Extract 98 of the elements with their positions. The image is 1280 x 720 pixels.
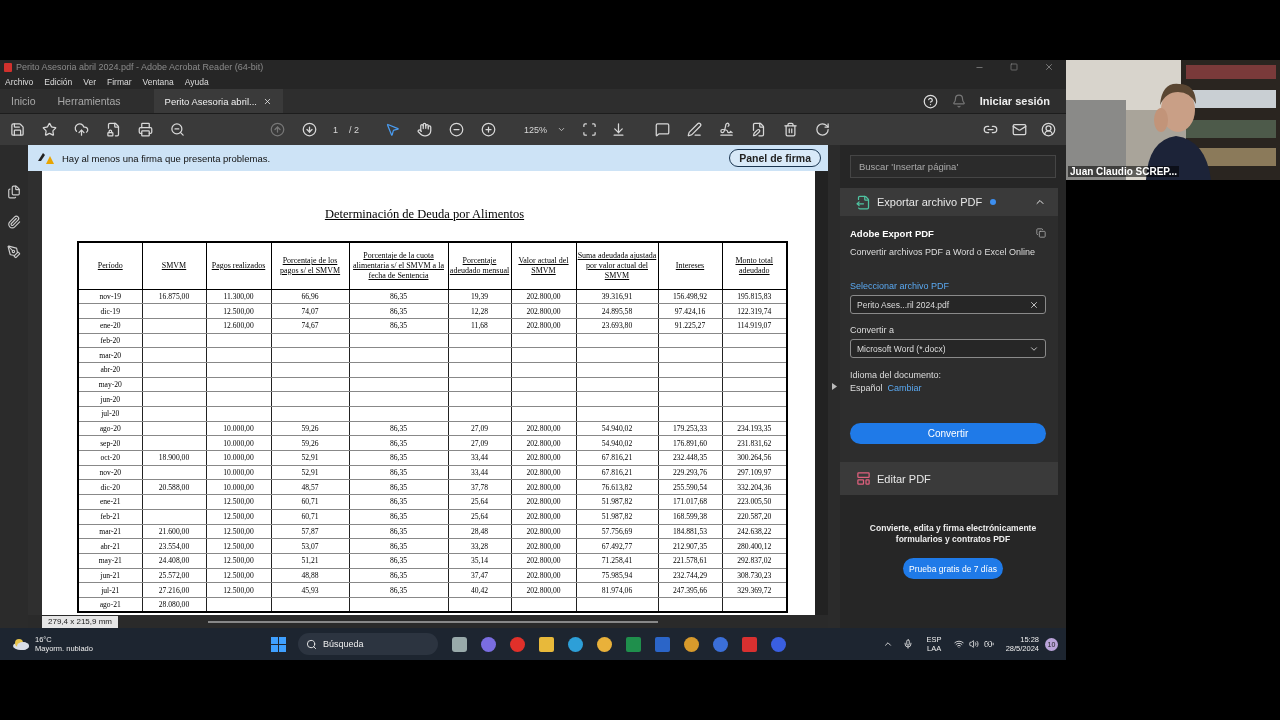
search-icon: [305, 638, 317, 650]
help-icon[interactable]: [922, 93, 938, 109]
zoom-field[interactable]: 125%: [524, 124, 548, 135]
sign-in-link[interactable]: Iniciar sesión: [979, 95, 1050, 107]
tab[interactable]: Perito Asesoria abril...: [153, 89, 283, 113]
tab[interactable]: Herramientas: [46, 89, 132, 113]
column-header: Porcentaje adeudado mensual: [448, 242, 511, 289]
section-heading: Adobe Export PDF: [850, 228, 934, 239]
star-icon[interactable]: [42, 122, 57, 137]
tab[interactable]: Inicio: [0, 89, 47, 113]
mail-icon[interactable]: [1012, 122, 1027, 137]
expand-arrow-icon[interactable]: [831, 383, 837, 390]
promo-text: Convierte, edita y firma electrónicamente formularios y contratos PDF: [868, 523, 1038, 545]
notice-text: Hay al menos una firma que presenta problemas.: [62, 152, 271, 164]
window-title: Perito Asesoria abril 2024.pdf - Adobe Acrobat Reader (64-bit): [16, 62, 265, 72]
zoom-in-icon[interactable]: [481, 122, 497, 137]
menu-item[interactable]: Ver: [83, 76, 96, 87]
edit-section-header[interactable]: Editar PDF: [840, 462, 1058, 495]
menu-item[interactable]: Archivo: [5, 76, 34, 87]
participant-name: Juan Claudio SCREP...: [1068, 166, 1180, 177]
section-title: Editar PDF: [877, 472, 931, 485]
close-icon[interactable]: [262, 96, 272, 106]
previous-page-icon[interactable]: [270, 122, 285, 137]
caret-icon[interactable]: [557, 125, 567, 134]
menu-item[interactable]: Edición: [44, 76, 73, 87]
column-header: Pagos realizados: [206, 242, 271, 289]
page-number-field[interactable]: 1: [333, 124, 338, 135]
volume-icon[interactable]: [968, 639, 979, 649]
taskbar-app-icon[interactable]: [683, 636, 699, 652]
section-title: Exportar archivo PDF: [877, 196, 983, 208]
taskbar-app-icon[interactable]: [596, 636, 612, 652]
column-header: Intereses: [658, 242, 722, 289]
microphone-icon[interactable]: [902, 639, 913, 649]
trial-button[interactable]: Prueba gratis de 7 días: [903, 558, 1003, 580]
change-link[interactable]: Cambiar: [887, 383, 922, 393]
menu-item[interactable]: Ayuda: [184, 76, 209, 87]
signature-warning-icon: [36, 151, 54, 165]
column-header: Porcentaje de los pagos s/ el SMVM: [271, 242, 349, 289]
menu-item[interactable]: Firmar: [107, 76, 132, 87]
file-edit-icon[interactable]: [751, 122, 767, 137]
field-label: Idioma del documento:: [850, 370, 943, 380]
column-header: Suma adeudada ajustada por valor actual del SMVM: [576, 242, 658, 289]
search-field[interactable]: Buscar 'Insertar página': [850, 155, 1056, 178]
file-lock-icon[interactable]: [106, 122, 121, 137]
menu-item[interactable]: Ventana: [142, 76, 174, 87]
export-section-header[interactable]: Exportar archivo PDF: [840, 188, 1058, 216]
zoom-out-icon[interactable]: [449, 122, 465, 137]
user-add-icon[interactable]: [1041, 122, 1056, 137]
close-icon[interactable]: [1044, 62, 1054, 72]
column-header: Valor actual del SMVM: [511, 242, 576, 289]
next-page-icon[interactable]: [302, 122, 317, 137]
column-header: Porcentaje de la cuota alimentaria s/ el SMVM a la fecha de Sentencia: [349, 242, 448, 289]
convert-button[interactable]: Convertir: [850, 423, 1046, 444]
status-dot-icon: [990, 199, 997, 205]
document-title: Determinación de Deuda por Alimentos: [323, 207, 526, 222]
paperclip-icon[interactable]: [7, 215, 21, 229]
column-header: SMVM: [142, 242, 206, 289]
format-dropdown[interactable]: Microsoft Word (*.docx): [850, 339, 1046, 358]
language-text: Español: [850, 383, 883, 393]
zoom-icon[interactable]: [170, 122, 185, 137]
battery-icon[interactable]: [983, 639, 994, 649]
scrollbar[interactable]: [815, 171, 828, 615]
pointer-icon[interactable]: [385, 122, 401, 137]
layout-icon: [856, 471, 871, 486]
description-text: Convertir archivos PDF a Word o Excel Online: [850, 247, 1036, 257]
signature-icon[interactable]: [719, 122, 735, 137]
bell-icon[interactable]: [951, 94, 966, 108]
taskbar-app-icon[interactable]: [480, 636, 496, 652]
cloud-upload-icon[interactable]: [74, 122, 89, 137]
page-total: / 2: [349, 124, 360, 135]
wifi-icon[interactable]: [953, 639, 964, 649]
taskbar-search[interactable]: Búsqueda: [297, 633, 438, 655]
signature-panel-button[interactable]: Panel de firma: [729, 149, 821, 167]
windows-start-icon[interactable]: [270, 636, 286, 652]
taskbar-app-icon[interactable]: [451, 636, 467, 652]
export-file-icon: [856, 194, 871, 210]
pages-icon[interactable]: [7, 185, 21, 199]
acrobat-icon: [4, 62, 12, 72]
fit-page-icon[interactable]: [582, 122, 598, 137]
clear-icon[interactable]: [1029, 299, 1039, 310]
taskbar-app-icon[interactable]: [538, 636, 554, 652]
taskbar-app-icon[interactable]: [625, 636, 641, 652]
field-label: Seleccionar archivo PDF: [850, 281, 951, 291]
copy-icon[interactable]: [1036, 228, 1046, 238]
cloud-icon: [12, 638, 30, 650]
rotate-icon[interactable]: [815, 122, 831, 137]
file-field[interactable]: Perito Ases...ril 2024.pdf: [850, 295, 1046, 314]
save-icon[interactable]: [10, 122, 25, 137]
taskbar-app-icon[interactable]: [567, 636, 583, 652]
column-header: Período: [78, 242, 142, 289]
printer-icon[interactable]: [138, 122, 153, 137]
field-label: Convertir a: [850, 325, 895, 335]
trash-icon[interactable]: [783, 122, 799, 137]
pen-tool-icon[interactable]: [7, 245, 21, 259]
pen-icon[interactable]: [687, 122, 703, 137]
hand-icon[interactable]: [417, 122, 433, 137]
page-size-label: 279,4 x 215,9 mm: [42, 615, 119, 628]
comment-icon[interactable]: [655, 122, 671, 137]
